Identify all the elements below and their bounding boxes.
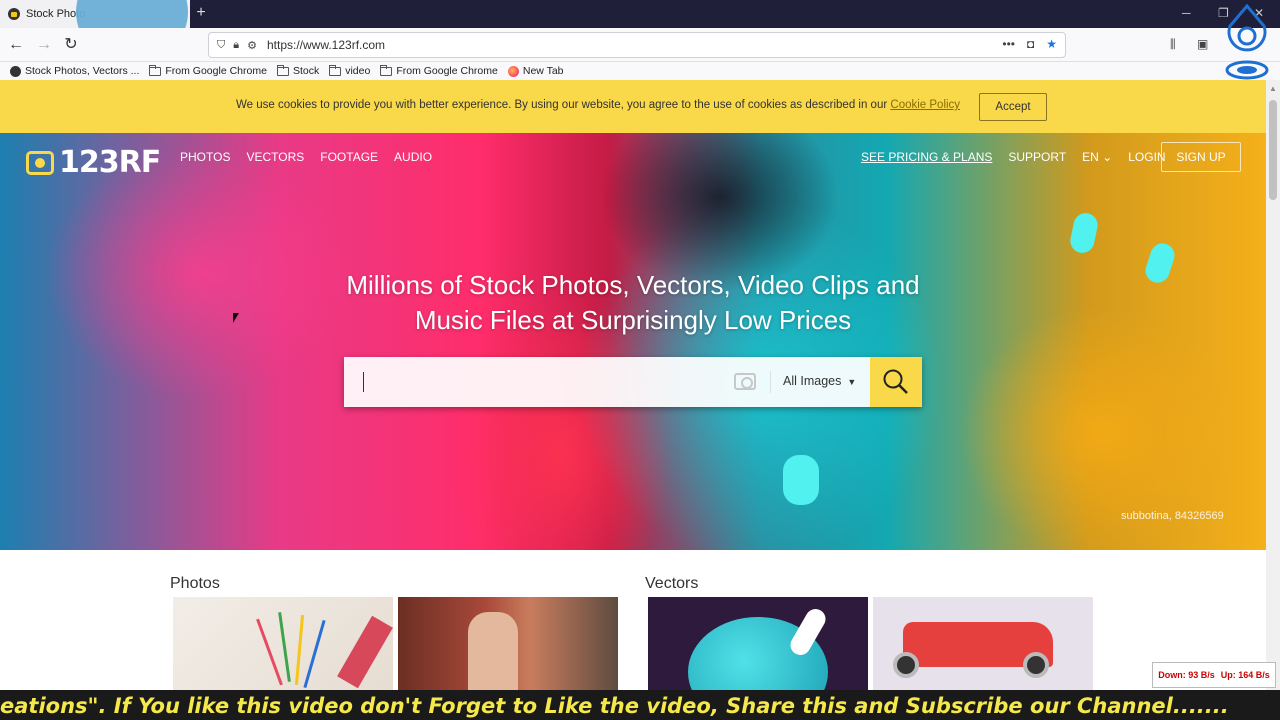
tracking-shield-icon[interactable]: ⛉	[217, 39, 225, 52]
cookie-message: We use cookies to provide you with bette…	[236, 99, 961, 111]
web-page: We use cookies to provide you with bette…	[0, 80, 1266, 690]
nav-footage[interactable]: FOOTAGE	[320, 150, 378, 164]
photos-section-title: Photos	[170, 575, 220, 592]
main-nav: PHOTOS VECTORS FOOTAGE AUDIO	[180, 150, 432, 164]
chevron-down-icon: ⌄	[1102, 150, 1113, 164]
site-logo[interactable]: 123RF	[26, 145, 161, 180]
navigation-toolbar: ← → ↻ ⛉ 🔒︎ ⚙ https://www.123rf.com ••• ◘…	[0, 28, 1280, 62]
account-nav: SEE PRICING & PLANS SUPPORT EN ⌄ LOGIN	[861, 150, 1166, 164]
nav-audio[interactable]: AUDIO	[394, 150, 432, 164]
network-speed-widget: Down: 93 B/s Up: 164 B/s	[1152, 662, 1276, 688]
accept-cookies-button[interactable]: Accept	[979, 93, 1047, 121]
search-icon	[883, 369, 908, 394]
bookmark-star-icon[interactable]: ★	[1046, 37, 1057, 51]
hero-image-detail	[783, 455, 819, 505]
divider	[770, 371, 771, 393]
bookmark-item[interactable]: New Tab	[507, 65, 564, 77]
photo-thumbnail[interactable]	[398, 597, 618, 690]
pocket-icon[interactable]: ◘	[1027, 37, 1034, 51]
tab-bar: Stock Photo + ─ ❐ ✕	[0, 0, 1280, 64]
folder-icon	[149, 64, 162, 76]
video-caption-ticker: eations". If You like this video don't F…	[0, 690, 1280, 720]
folder-icon	[276, 64, 289, 76]
search-scope-dropdown[interactable]: All Images ▼	[783, 374, 856, 390]
permissions-icon[interactable]: ⚙	[247, 39, 257, 52]
hero-image-detail	[1068, 210, 1100, 256]
text-caret	[363, 372, 364, 392]
bookmark-folder[interactable]: From Google Chrome	[380, 64, 498, 77]
image-credit: subbotina, 84326569	[1121, 510, 1224, 522]
scrollbar-thumb[interactable]	[1269, 100, 1277, 200]
new-tab-button[interactable]: +	[192, 4, 210, 22]
url-text[interactable]: https://www.123rf.com	[267, 38, 385, 52]
search-button[interactable]	[870, 357, 922, 407]
nav-vectors[interactable]: VECTORS	[246, 150, 304, 164]
address-bar[interactable]: ⛉ 🔒︎ ⚙ https://www.123rf.com ••• ◘ ★	[208, 32, 1066, 58]
signup-button[interactable]: SIGN UP	[1161, 142, 1241, 172]
folder-icon	[380, 64, 393, 76]
language-selector[interactable]: EN ⌄	[1082, 150, 1112, 164]
bookmark-folder[interactable]: From Google Chrome	[149, 64, 267, 77]
login-link[interactable]: LOGIN	[1128, 150, 1165, 164]
firefox-icon	[507, 65, 519, 77]
folder-icon	[329, 64, 342, 76]
library-icon[interactable]: ⫼	[1170, 37, 1176, 52]
support-link[interactable]: SUPPORT	[1008, 150, 1066, 164]
cookie-banner: We use cookies to provide you with bette…	[0, 80, 1266, 133]
channel-watermark-icon	[1225, 4, 1269, 80]
pricing-link[interactable]: SEE PRICING & PLANS	[861, 150, 992, 164]
minimize-icon[interactable]: ─	[1182, 6, 1191, 20]
search-input[interactable]	[344, 357, 724, 407]
camera-search-icon[interactable]	[734, 373, 756, 390]
caret-down-icon: ▼	[847, 377, 857, 387]
bookmark-item[interactable]: Stock Photos, Vectors ...	[10, 65, 139, 77]
cookie-policy-link[interactable]: Cookie Policy	[890, 99, 960, 111]
back-icon[interactable]: ←	[6, 35, 26, 55]
search-bar: All Images ▼	[344, 357, 922, 407]
scroll-up-icon[interactable]: ▲	[1269, 84, 1277, 93]
hero-banner: 123RF PHOTOS VECTORS FOOTAGE AUDIO SEE P…	[0, 133, 1266, 550]
hero-image-detail	[1142, 240, 1178, 286]
forward-icon[interactable]: →	[34, 35, 54, 55]
site-favicon-icon	[10, 65, 21, 77]
bookmark-folder[interactable]: Stock	[276, 64, 319, 77]
nav-photos[interactable]: PHOTOS	[180, 150, 230, 164]
bookmark-folder[interactable]: video	[329, 64, 370, 77]
camera-logo-icon	[26, 150, 54, 175]
sidebar-icon[interactable]: ▣	[1197, 37, 1208, 51]
lock-icon[interactable]: 🔒︎	[233, 39, 239, 52]
page-scrollbar[interactable]: ▲	[1266, 80, 1280, 690]
vector-thumbnail[interactable]	[648, 597, 868, 690]
hero-headline: Millions of Stock Photos, Vectors, Video…	[346, 270, 920, 335]
reload-icon[interactable]: ↻	[61, 35, 81, 55]
bookmarks-bar: Stock Photos, Vectors ... From Google Ch…	[0, 62, 1280, 80]
mouse-cursor-icon	[233, 313, 239, 323]
vector-thumbnail[interactable]	[873, 597, 1093, 690]
photo-thumbnail[interactable]	[173, 597, 393, 690]
vectors-section-title: Vectors	[645, 575, 699, 592]
site-favicon-icon	[8, 8, 20, 20]
page-actions-icon[interactable]: •••	[1002, 37, 1015, 51]
